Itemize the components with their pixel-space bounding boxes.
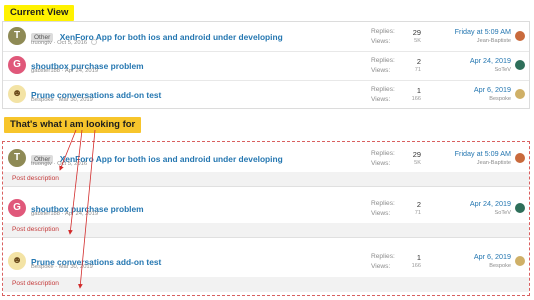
replies-label: Replies: — [371, 28, 395, 35]
pages-icon[interactable] — [91, 39, 98, 45]
replies-label: Replies: — [371, 200, 395, 207]
last-post-date[interactable]: Friday at 5:09 AM — [455, 149, 511, 158]
replies-label: Replies: — [371, 57, 395, 64]
replies-label: Replies: — [371, 253, 395, 260]
last-post-date[interactable]: Apr 24, 2019 — [470, 56, 511, 65]
replies-count: 1 — [416, 86, 421, 95]
thread-author[interactable]: gabster188 — [31, 68, 60, 74]
last-post-user[interactable]: Jean-Baptiste — [477, 38, 511, 44]
thread-row[interactable]: ☻ Prune conversations add-on test Bespok… — [3, 247, 529, 277]
thread-date[interactable]: Oct 5, 2016 — [57, 40, 87, 46]
thread-meta: Bespoke · Mar 30, 2019 — [31, 264, 93, 270]
post-description-row: Post description — [3, 277, 529, 292]
replies-count: 2 — [416, 200, 421, 209]
thread-meta: Bespoke · Mar 30, 2019 — [31, 97, 93, 103]
thread-date[interactable]: Apr 24, 2019 — [65, 68, 98, 74]
last-post-user[interactable]: Jean-Baptiste — [477, 160, 511, 166]
replies-label: Replies: — [371, 150, 395, 157]
views-label: Views: — [371, 263, 391, 270]
desired-thread-list: T Other XenForo App for both ios and and… — [2, 141, 530, 296]
thread-date[interactable]: Apr 24, 2019 — [65, 211, 98, 217]
thread-author[interactable]: Bespoke — [31, 264, 54, 270]
thread-date[interactable]: Oct 5, 2016 — [57, 161, 87, 167]
views-count: 71 — [414, 67, 421, 73]
last-poster-avatar[interactable] — [515, 31, 525, 41]
last-post-date[interactable]: Apr 6, 2019 — [474, 85, 511, 94]
replies-label: Replies: — [371, 86, 395, 93]
thread-author[interactable]: truongtv — [31, 40, 52, 46]
thread-meta: truongtv · Oct 5, 2016 — [31, 161, 88, 167]
thread-author[interactable]: gabster188 — [31, 211, 60, 217]
views-count: 5K — [414, 160, 421, 166]
bespoke-avatar[interactable]: ☻ — [8, 85, 26, 103]
avatar[interactable]: T — [8, 149, 26, 167]
views-label: Views: — [371, 160, 391, 167]
avatar[interactable]: T — [8, 27, 26, 45]
last-post-date[interactable]: Apr 6, 2019 — [474, 252, 511, 261]
thread-meta: gabster188 · Apr 24, 2019 — [31, 211, 99, 217]
thread-meta: gabster188 · Apr 24, 2019 — [31, 68, 99, 74]
last-post-user[interactable]: Bespoke — [489, 96, 511, 102]
avatar[interactable]: G — [8, 199, 26, 217]
current-view-label: Current View — [4, 5, 75, 21]
last-post-date[interactable]: Apr 24, 2019 — [470, 199, 511, 208]
avatar[interactable]: G — [8, 56, 26, 74]
last-post-user[interactable]: Bespoke — [489, 263, 511, 269]
thread-row[interactable]: G shoutbox purchase problem gabster188 ·… — [3, 51, 529, 81]
thread-author[interactable]: Bespoke — [31, 97, 54, 103]
current-thread-list: T Other XenForo App for both ios and and… — [2, 21, 530, 109]
views-count: 166 — [411, 96, 421, 102]
thread-date[interactable]: Mar 30, 2019 — [59, 97, 93, 103]
views-count: 71 — [414, 210, 421, 216]
views-label: Views: — [371, 96, 391, 103]
views-count: 5K — [414, 38, 421, 44]
post-description-row: Post description — [3, 223, 529, 238]
last-poster-avatar[interactable] — [515, 203, 525, 213]
replies-count: 1 — [416, 253, 421, 262]
thread-date[interactable]: Mar 30, 2019 — [59, 264, 93, 270]
thread-row[interactable]: T Other XenForo App for both ios and and… — [3, 144, 529, 174]
views-label: Views: — [371, 210, 391, 217]
looking-for-label: That's what I am looking for — [4, 117, 142, 133]
thread-author[interactable]: truongtv — [31, 161, 52, 167]
post-description-row: Post description — [3, 172, 529, 187]
post-description: Post description — [12, 226, 59, 233]
replies-count: 29 — [412, 28, 421, 37]
views-count: 166 — [411, 263, 421, 269]
thread-row[interactable]: T Other XenForo App for both ios and and… — [3, 22, 529, 52]
replies-count: 29 — [412, 150, 421, 159]
post-description: Post description — [12, 175, 59, 182]
views-label: Views: — [371, 67, 391, 74]
replies-count: 2 — [416, 57, 421, 66]
last-post-user[interactable]: SoTeV — [495, 210, 511, 216]
thread-row[interactable]: ☻ Prune conversations add-on test Bespok… — [3, 80, 529, 110]
thread-title[interactable]: XenForo App for both ios and android und… — [60, 154, 283, 164]
thread-row[interactable]: G shoutbox purchase problem gabster188 ·… — [3, 194, 529, 224]
last-poster-avatar[interactable] — [515, 60, 525, 70]
last-post-user[interactable]: SoTeV — [495, 67, 511, 73]
last-poster-avatar[interactable] — [515, 256, 525, 266]
views-label: Views: — [371, 38, 391, 45]
post-description: Post description — [12, 280, 59, 287]
last-post-date[interactable]: Friday at 5:09 AM — [455, 27, 511, 36]
last-poster-avatar[interactable] — [515, 89, 525, 99]
last-poster-avatar[interactable] — [515, 153, 525, 163]
bespoke-avatar[interactable]: ☻ — [8, 252, 26, 270]
thread-meta: truongtv · Oct 5, 2016 — [31, 39, 98, 46]
